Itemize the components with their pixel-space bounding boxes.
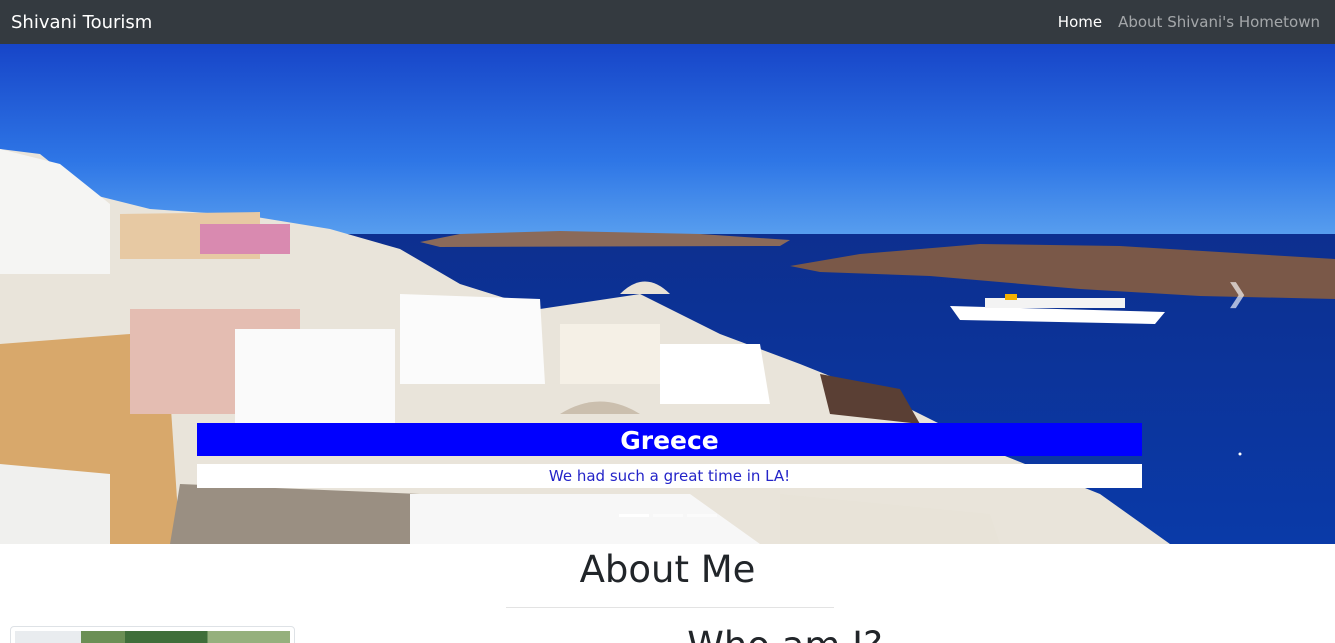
nav-links: Home About Shivani's Hometown (1058, 13, 1320, 31)
carousel-indicators (619, 514, 717, 517)
who-am-i-heading: Who am I? (0, 624, 1335, 643)
brand-link[interactable]: Shivani Tourism (11, 12, 152, 33)
chevron-right-icon[interactable]: ❯ (1225, 281, 1249, 307)
nav-about-hometown-link[interactable]: About Shivani's Hometown (1118, 13, 1320, 31)
slide-caption: We had such a great time in LA! (197, 464, 1142, 488)
slide-title: Greece (197, 423, 1142, 456)
about-me-heading: About Me (579, 548, 756, 591)
carousel-indicator-2[interactable] (653, 514, 683, 517)
section-divider (506, 607, 834, 608)
nav-home-link[interactable]: Home (1058, 13, 1102, 31)
carousel-indicator-3[interactable] (687, 514, 717, 517)
top-navbar: Shivani Tourism Home About Shivani's Hom… (0, 0, 1335, 44)
carousel-indicator-1[interactable] (619, 514, 649, 517)
hero-carousel[interactable]: ❯ Greece We had such a great time in LA! (0, 44, 1335, 544)
